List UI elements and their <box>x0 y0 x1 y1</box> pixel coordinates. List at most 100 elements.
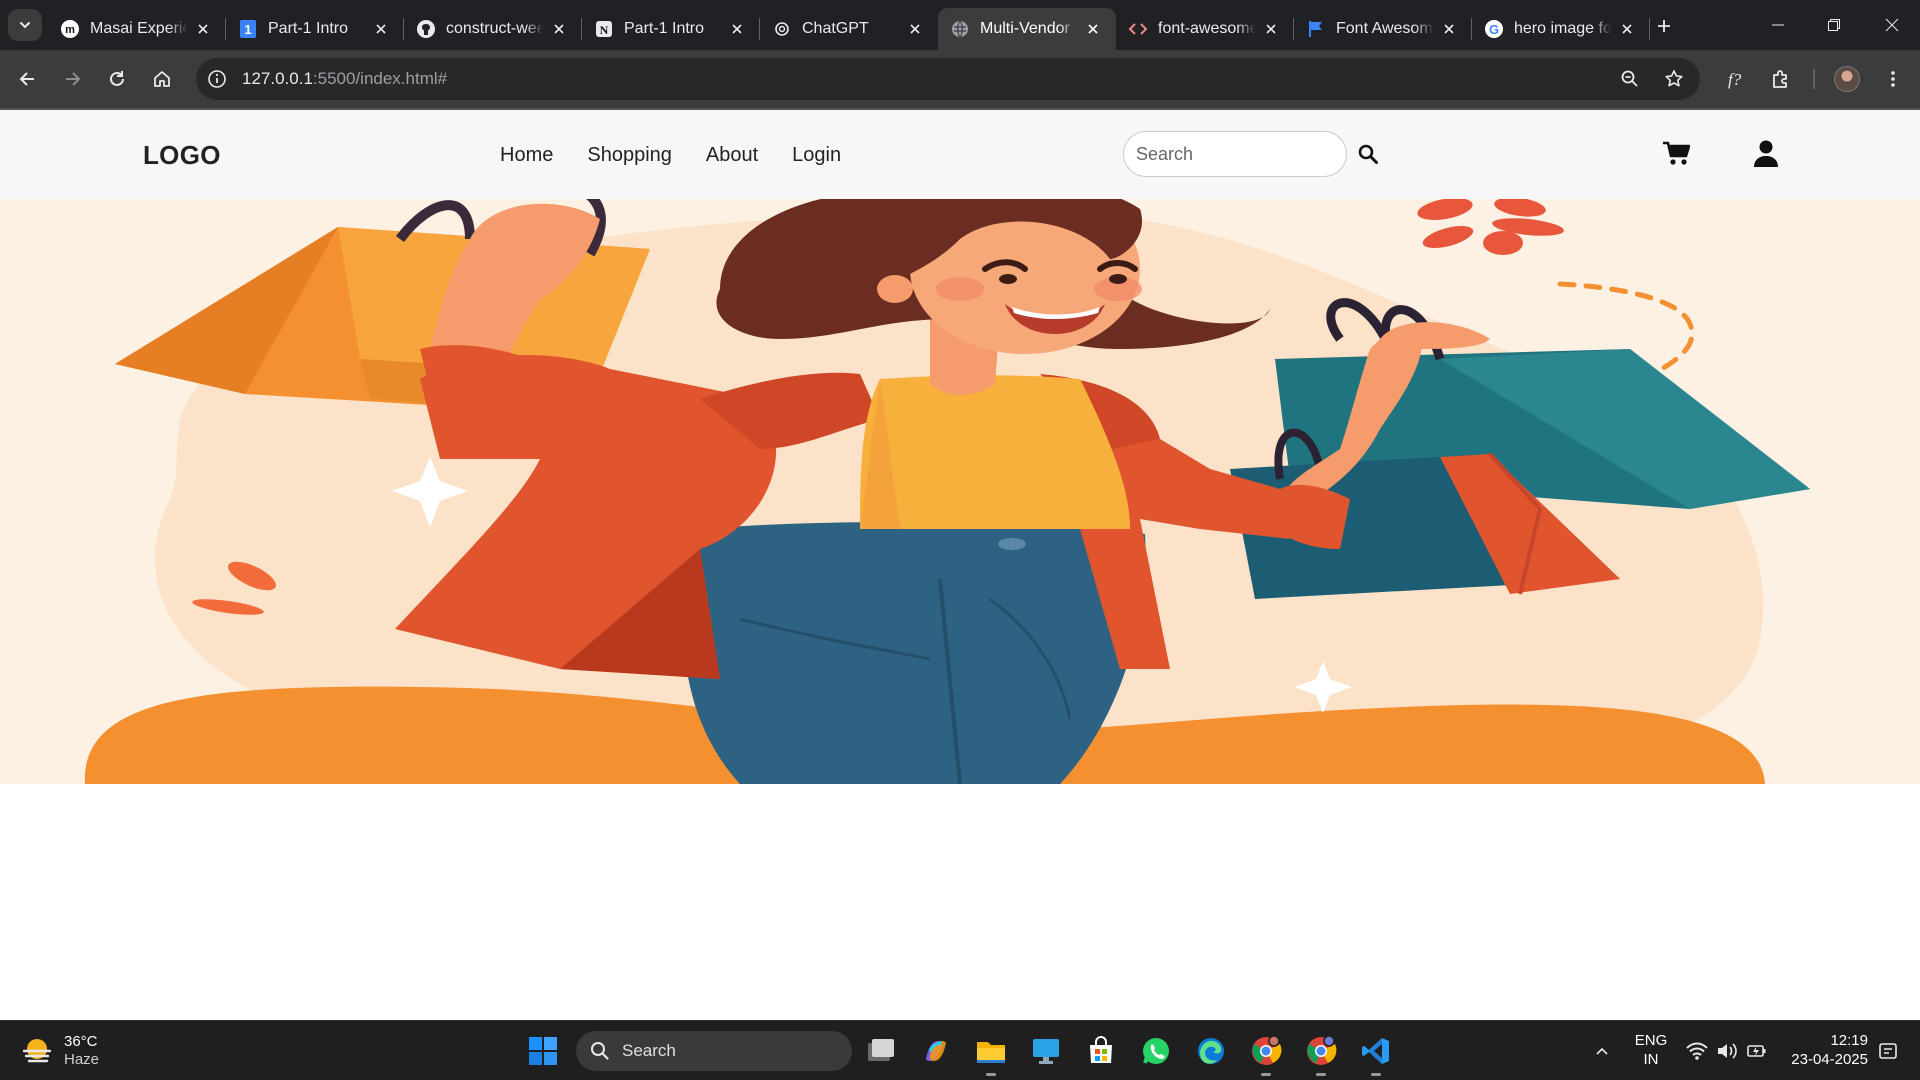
close-icon[interactable] <box>1616 18 1638 40</box>
bookmark-star-icon[interactable] <box>1662 67 1686 91</box>
tab[interactable]: 1 Part-1 Intro <box>226 8 404 50</box>
close-icon[interactable] <box>1260 18 1282 40</box>
volume-icon[interactable] <box>1715 1039 1739 1063</box>
zoom-icon[interactable] <box>1618 67 1642 91</box>
browser-menu-button[interactable] <box>1877 63 1909 95</box>
close-icon[interactable] <box>370 18 392 40</box>
close-icon[interactable] <box>726 18 748 40</box>
restore-button[interactable] <box>1814 10 1854 40</box>
cart-button[interactable] <box>1661 140 1691 168</box>
masai-icon: m <box>60 19 80 39</box>
system-clock[interactable]: 12:19 23-04-2025 <box>1782 1031 1868 1069</box>
site-info-icon[interactable] <box>206 68 228 90</box>
edge-icon[interactable] <box>1193 1033 1229 1069</box>
battery-charging-icon[interactable] <box>1745 1039 1769 1063</box>
number-one-icon: 1 <box>238 19 258 39</box>
new-tab-button[interactable] <box>1650 12 1678 40</box>
task-view-icon[interactable] <box>862 1033 898 1069</box>
close-icon[interactable] <box>1082 18 1104 40</box>
windows-start-icon[interactable] <box>528 1036 558 1066</box>
nav-link-shopping[interactable]: Shopping <box>587 144 672 167</box>
minimize-button[interactable] <box>1758 10 1798 40</box>
chrome-icon[interactable] <box>1248 1033 1284 1076</box>
address-bar[interactable]: 127.0.0.1:5500/index.html# <box>196 58 1700 100</box>
close-icon[interactable] <box>1438 18 1460 40</box>
nav-link-login[interactable]: Login <box>792 144 841 167</box>
close-icon <box>1885 18 1899 32</box>
nav-link-home[interactable]: Home <box>500 144 553 167</box>
close-icon[interactable] <box>548 18 570 40</box>
tab[interactable]: m Masai Experience <box>48 8 226 50</box>
running-indicator <box>1316 1073 1326 1076</box>
show-hidden-icons-button[interactable] <box>1590 1039 1614 1063</box>
weather-widget[interactable]: 36°C Haze <box>20 1031 99 1071</box>
tab-title: Part-1 Intro <box>268 20 349 37</box>
tab-title: construct-week <box>446 20 544 37</box>
running-indicator <box>1261 1073 1271 1076</box>
minimize-icon <box>1772 24 1784 26</box>
input-language[interactable]: ENG IN <box>1630 1031 1672 1069</box>
site-search-input[interactable] <box>1123 131 1347 177</box>
nav-link-about[interactable]: About <box>706 144 758 167</box>
svg-text:1: 1 <box>244 22 251 37</box>
restore-icon <box>1828 19 1840 31</box>
browser-tab-strip: m Masai Experience 1 Part-1 Intro constr… <box>0 0 1920 50</box>
browser-toolbar: 127.0.0.1:5500/index.html# f? <box>0 50 1920 108</box>
toolbar-divider <box>1813 69 1815 89</box>
notifications-icon[interactable] <box>1876 1039 1900 1063</box>
kebab-menu-icon <box>1891 71 1895 87</box>
clock-time: 12:19 <box>1830 1032 1868 1049</box>
tab[interactable]: N Part-1 Intro <box>582 8 760 50</box>
profile-avatar[interactable] <box>1834 66 1860 92</box>
file-explorer-icon[interactable] <box>973 1033 1009 1076</box>
chrome-profile-icon[interactable] <box>1303 1033 1339 1076</box>
vscode-icon[interactable] <box>1358 1033 1394 1076</box>
copilot-icon[interactable] <box>918 1033 954 1069</box>
close-icon[interactable] <box>192 18 214 40</box>
function-icon: f? <box>1728 70 1742 89</box>
forward-button[interactable] <box>56 63 88 95</box>
site-logo[interactable]: LOGO <box>143 140 221 171</box>
back-button[interactable] <box>12 63 44 95</box>
clock-date: 23-04-2025 <box>1791 1051 1868 1068</box>
language-code: ENG <box>1634 1032 1668 1049</box>
github-icon <box>416 19 436 39</box>
search-button[interactable] <box>1356 142 1380 166</box>
home-button[interactable] <box>146 63 178 95</box>
tab[interactable]: font-awesome <box>1116 8 1294 50</box>
shopping-woman-illustration <box>84 199 1810 784</box>
whatsapp-icon[interactable] <box>1138 1033 1174 1069</box>
svg-text:G: G <box>1489 22 1499 37</box>
region-code: IN <box>1643 1051 1659 1068</box>
reload-button[interactable] <box>101 63 133 95</box>
extensions-button[interactable] <box>1765 63 1797 95</box>
chevron-up-icon <box>1596 1047 1608 1055</box>
formula-extension-button[interactable]: f? <box>1721 63 1753 95</box>
tab-title: Font Awesome <box>1336 20 1434 37</box>
remote-desktop-icon[interactable] <box>1028 1033 1064 1069</box>
url-host: 127.0.0.1 <box>242 69 313 88</box>
close-icon[interactable] <box>904 18 926 40</box>
tab-title: Masai Experience <box>90 20 188 37</box>
account-button[interactable] <box>1753 139 1779 169</box>
tab[interactable]: construct-week <box>404 8 582 50</box>
running-indicator <box>986 1073 996 1076</box>
tab[interactable]: ChatGPT <box>760 8 938 50</box>
tab-search-button[interactable] <box>8 9 42 41</box>
tab-title: font-awesome <box>1158 20 1256 37</box>
microsoft-store-icon[interactable] <box>1083 1033 1119 1069</box>
tab-title: ChatGPT <box>802 20 869 37</box>
home-icon <box>154 71 170 87</box>
close-window-button[interactable] <box>1872 10 1912 40</box>
hero-banner <box>0 199 1920 784</box>
url-path: :5500/index.html# <box>312 69 448 88</box>
wifi-icon[interactable] <box>1685 1039 1709 1063</box>
puzzle-icon <box>1773 70 1787 88</box>
taskbar-search[interactable]: Search <box>576 1031 852 1071</box>
tab-active[interactable]: Multi-Vendor <box>938 8 1116 50</box>
url-text[interactable]: 127.0.0.1:5500/index.html# <box>242 69 447 89</box>
tab[interactable]: G hero image for <box>1472 8 1650 50</box>
flag-icon <box>1306 19 1326 39</box>
tab-title: Part-1 Intro <box>624 20 705 37</box>
tab[interactable]: Font Awesome <box>1294 8 1472 50</box>
